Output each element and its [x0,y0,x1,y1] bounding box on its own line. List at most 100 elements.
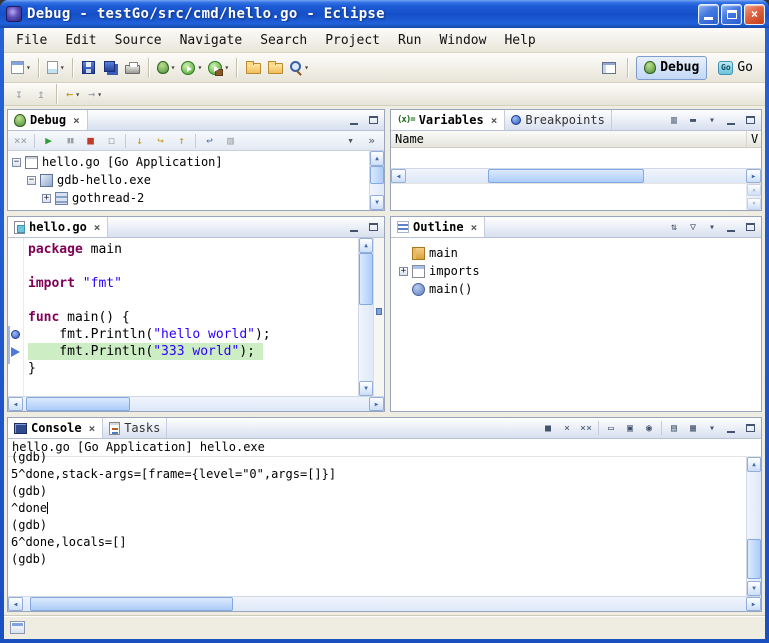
search-button[interactable]: ▾ [286,56,312,80]
outline-tree-row[interactable]: main [391,244,761,262]
step-return-button[interactable]: ↑ [172,132,191,149]
scroll-down-button[interactable]: ▼ [370,195,384,210]
scroll-right-button[interactable]: ▶ [746,169,761,183]
maximize-view-button[interactable] [741,112,759,128]
use-step-filters-button[interactable]: ▥ [221,132,240,149]
debug-tree-row[interactable]: +gothread-2 [8,189,369,207]
save-button[interactable] [78,56,100,80]
column-value[interactable]: V [747,131,761,147]
minimize-view-button[interactable] [345,219,363,235]
title-bar[interactable]: Debug - testGo/src/cmd/hello.go - Eclips… [0,0,769,28]
step-into-button[interactable]: ↓ [130,132,149,149]
code-line[interactable]: fmt.Println("333 world"); [28,343,263,360]
scroll-down-button[interactable]: ▼ [359,381,373,396]
scroll-right-button[interactable]: ▶ [746,597,761,611]
variables-detail-pane[interactable]: ▲ ▼ [391,183,761,210]
tab-variables[interactable]: (x)= Variables × [391,110,505,130]
pointer-marker-icon[interactable] [11,347,20,357]
back-button[interactable]: ←▾ [62,82,84,106]
breakpoint-marker-icon[interactable] [11,330,20,339]
tab-breakpoints[interactable]: Breakpoints [505,110,611,130]
debug-tree-row[interactable]: + [8,207,369,210]
menu-file[interactable]: File [8,31,55,50]
scroll-right-button[interactable]: ▶ [369,397,384,411]
scroll-thumb[interactable] [370,166,384,184]
detail-pane-scrollbar[interactable]: ▲ ▼ [746,184,761,210]
open-resource-button[interactable] [242,56,264,80]
debug-tree-row[interactable]: −gdb-hello.exe [8,171,369,189]
scroll-down-button[interactable]: ▼ [747,198,761,210]
maximize-view-button[interactable] [741,219,759,235]
maximize-view-button[interactable] [741,420,759,436]
scroll-thumb[interactable] [30,597,232,611]
tab-debug[interactable]: Debug × [8,110,88,130]
dropdown-icon[interactable]: ▾ [197,63,202,72]
code-area[interactable]: package main import "fmt" func main() { … [24,238,358,396]
menu-project[interactable]: Project [317,31,388,50]
external-tools-button[interactable]: ▾ [205,56,232,80]
code-line[interactable]: package main [28,241,358,258]
maximize-view-button[interactable] [364,112,382,128]
tab-tasks[interactable]: Tasks [103,418,167,438]
minimize-button[interactable] [698,4,719,25]
clear-console-button[interactable]: ▭ [602,420,620,436]
open-perspective-button[interactable] [598,56,620,80]
tree-expander-icon[interactable]: + [42,194,51,203]
scroll-up-button[interactable]: ▲ [747,184,761,196]
console-text[interactable]: (gdb)5^done,stack-args=[frame={level="0"… [8,449,746,596]
column-name[interactable]: Name [391,131,747,147]
outline-tree-row[interactable]: main() [391,280,761,298]
dropdown-icon[interactable]: ▾ [304,63,309,72]
overview-marker[interactable] [376,308,382,315]
perspective-debug-button[interactable]: Debug [636,56,707,80]
remove-all-launches-button[interactable]: ×× [577,420,595,436]
scroll-left-button[interactable]: ◀ [391,169,406,183]
code-line[interactable]: fmt.Println("hello world"); [28,326,358,343]
dropdown-icon[interactable]: ▾ [97,90,102,99]
close-tab-icon[interactable]: × [470,221,479,234]
console-line[interactable]: (gdb) [11,517,746,534]
close-tab-icon[interactable]: × [88,422,97,435]
tree-expander-icon[interactable]: − [27,176,36,185]
console-line[interactable]: 6^done,locals=[] [11,534,746,551]
menu-window[interactable]: Window [431,31,494,50]
code-line[interactable]: } [28,360,358,377]
suspend-button[interactable]: ▮▮ [60,132,79,149]
code-line[interactable] [28,258,358,275]
new-wizard-button[interactable]: ▾ [8,56,34,80]
run-launch-button[interactable]: ▾ [178,56,205,80]
code-line[interactable] [28,292,358,309]
detail-pane-text[interactable] [391,184,746,210]
scroll-up-button[interactable]: ▲ [359,238,373,253]
perspective-go-button[interactable]: GoGo [710,56,761,80]
menu-navigate[interactable]: Navigate [172,31,251,50]
scroll-track[interactable] [23,397,369,411]
new-go-element-button[interactable]: ▾ [44,56,68,80]
editor-vscrollbar[interactable]: ▲ ▼ [358,238,373,396]
tab-hello-go[interactable]: hello.go × [8,217,108,237]
print-button[interactable] [122,56,144,80]
terminate-console-button[interactable]: ■ [539,420,557,436]
menu-search[interactable]: Search [252,31,315,50]
scroll-lock-button[interactable]: ▣ [621,420,639,436]
show-type-names-button[interactable]: ▥ [665,112,683,128]
view-menu-icon[interactable]: ▾ [703,112,721,128]
tab-outline[interactable]: Outline × [391,217,485,237]
dropdown-icon[interactable]: ▾ [224,63,229,72]
scroll-track[interactable] [359,253,373,381]
filter-button[interactable]: ▽ [684,219,702,235]
next-annotation-button[interactable]: ↧ [8,82,30,106]
debug-launch-button[interactable]: ▾ [154,56,179,80]
tree-expander-icon[interactable]: − [12,158,21,167]
step-over-button[interactable]: ↪ [151,132,170,149]
scroll-down-button[interactable]: ▼ [747,581,761,596]
console-hscrollbar[interactable]: ◀ ▶ [8,596,761,611]
terminate-button[interactable]: ■ [81,132,100,149]
tree-expander-icon[interactable]: + [399,267,408,276]
forward-button[interactable]: →▾ [84,82,106,106]
console-line[interactable]: (gdb) [11,449,746,466]
minimize-view-button[interactable] [345,112,363,128]
remove-all-terminated-button[interactable]: ×× [11,132,30,149]
scroll-track[interactable] [406,169,746,183]
scroll-track[interactable] [747,472,761,581]
